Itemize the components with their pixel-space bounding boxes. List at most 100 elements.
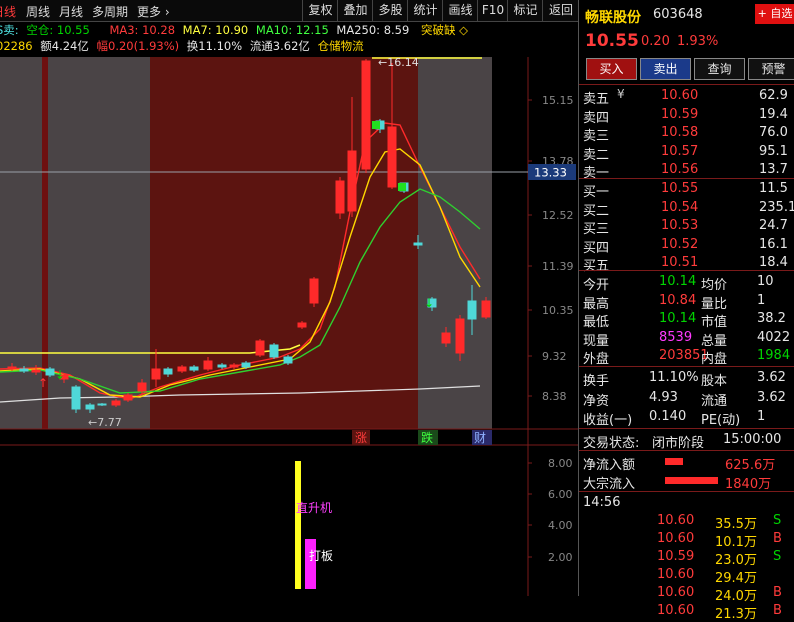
order-volume: 95.1	[759, 143, 788, 159]
statistics-button[interactable]: 统计	[407, 0, 443, 21]
order-price: 10.52	[661, 236, 699, 252]
tick-side: S	[773, 549, 782, 564]
more-label: 更多	[137, 5, 162, 19]
buy-order-row: 买二 10.54 235.1	[579, 199, 794, 219]
sell-button[interactable]: 卖出	[640, 58, 691, 80]
trade-status-label: 交易状态:	[583, 436, 640, 451]
breakout-signal: 突破缺	[420, 23, 456, 37]
tab-more[interactable]: 更多 ›	[137, 3, 170, 20]
sell-order-row: 卖三 10.58 76.0	[579, 124, 794, 144]
tick-price: 10.60	[657, 603, 695, 618]
tab-multi-period[interactable]: 多周期	[92, 3, 128, 20]
candle	[335, 177, 345, 219]
query-button[interactable]: 查询	[694, 58, 745, 80]
tab-monthly[interactable]: 月线	[59, 3, 83, 20]
ticks-time: 14:56	[583, 495, 621, 510]
stat-value: 38.2	[757, 311, 786, 326]
stat-label: 均价	[701, 278, 728, 293]
stat-label: 总量	[701, 333, 728, 349]
signal-square	[398, 183, 406, 191]
amount-value: 额4.24亿	[40, 39, 89, 53]
sell-order-row: 卖二 10.57 95.1	[579, 143, 794, 163]
candle-body	[255, 340, 265, 356]
stat-value: 1	[757, 409, 766, 424]
candle-body	[137, 382, 147, 392]
tab-daily[interactable]: 日线	[0, 3, 16, 20]
flow-row: 大宗流入 1840万	[579, 472, 794, 492]
alert-button[interactable]: 预警	[748, 58, 794, 80]
buy-order-row: 买一 10.55 11.5	[579, 180, 794, 200]
tick-row: 10.60 24.0万 B	[579, 584, 794, 604]
indicator-axis: 8.00 6.00 4.00 2.00	[528, 457, 573, 564]
adjust-button[interactable]: 复权	[302, 0, 338, 21]
trade-status-time: 15:00:00	[723, 432, 782, 447]
stat-value: 4022	[757, 329, 791, 345]
stat-row: 今开 10.14 均价 10	[579, 273, 794, 293]
candle-body	[7, 366, 17, 370]
ma3-value: MA3: 10.28	[109, 23, 176, 37]
chevron-right-icon: ›	[161, 5, 170, 19]
order-volume: 13.7	[759, 162, 788, 177]
buy-button[interactable]: 买入	[586, 58, 637, 80]
low-value: 7.77	[97, 416, 122, 429]
price-axis: 15.1513.7812.5211.3910.359.328.38	[528, 94, 574, 403]
stat-label: 收益(一)	[583, 413, 633, 428]
tick-price: 10.60	[657, 567, 695, 582]
signal-square	[372, 121, 380, 129]
stat-value: 1984	[757, 348, 791, 363]
candle	[71, 385, 81, 413]
order-volume: 24.7	[759, 218, 788, 233]
marker-cai[interactable]: 财	[474, 431, 486, 445]
back-button[interactable]: 返回	[542, 0, 579, 21]
add-favorite-button[interactable]: + 自选	[755, 4, 794, 24]
order-volume: 62.9	[759, 88, 788, 103]
tick-price: 10.60	[657, 513, 695, 528]
order-volume: 18.4	[759, 255, 788, 270]
low-annotation: ←7.77	[88, 416, 122, 429]
ticks-header-row: 14:56	[579, 494, 794, 512]
stat-row: 最低 10.14 市值 38.2	[579, 310, 794, 330]
multi-stock-button[interactable]: 多股	[372, 0, 408, 21]
stat-value: 0.140	[649, 409, 687, 424]
candle-body	[283, 356, 293, 364]
draw-line-button[interactable]: 画线	[442, 0, 478, 21]
stat-value: 10.14	[659, 311, 697, 326]
order-price: 10.56	[661, 162, 699, 177]
stat-row: 外盘 203851 内盘 1984	[579, 347, 794, 367]
stat-label: 外盘	[583, 352, 610, 367]
stat-value: 4.93	[649, 389, 678, 405]
f10-button[interactable]: F10	[477, 0, 508, 21]
flow-label: 净流入额	[583, 458, 636, 473]
stat-value: 10.84	[659, 292, 697, 308]
tick-row: 10.60 21.3万 B	[579, 602, 794, 622]
tab-weekly[interactable]: 周线	[26, 3, 50, 20]
stat-row: 最高 10.84 量比 1	[579, 292, 794, 312]
overlay-button[interactable]: 叠加	[337, 0, 373, 21]
volume-value: 02286	[0, 39, 33, 53]
candle-body	[111, 400, 121, 406]
crosshair-price: 13.33	[534, 166, 567, 180]
candle-body	[229, 364, 239, 368]
order-label: 买一	[583, 185, 610, 200]
helicopter-label: 直升机	[296, 501, 332, 515]
mark-button[interactable]: 标记	[507, 0, 543, 21]
tick-row: 10.59 23.0万 S	[579, 548, 794, 568]
kline-chart[interactable]: 15.1513.7812.5211.3910.359.328.38 13.33 …	[0, 57, 578, 596]
stat-label: 今开	[583, 278, 610, 293]
current-price: 10.55	[585, 31, 639, 51]
candle-body	[31, 369, 41, 373]
stat-value: 11.10%	[649, 370, 699, 385]
candle-body	[189, 366, 199, 371]
stat-value: 3.62	[757, 370, 786, 385]
tick-volume: 21.3万	[715, 607, 757, 622]
stat-label: 流通	[701, 393, 728, 409]
marker-die[interactable]: 跌	[421, 430, 433, 445]
candle-body	[347, 150, 357, 212]
stock-code: 603648	[653, 7, 703, 22]
marker-zhang[interactable]: 涨	[355, 430, 367, 445]
trade-status-row: 交易状态: 闭市阶段 15:00:00	[579, 431, 794, 451]
candle-body	[297, 322, 307, 328]
stat-value: 8539	[659, 329, 693, 345]
price-tick-label: 10.35	[542, 304, 574, 317]
order-label: 买三	[583, 222, 610, 237]
